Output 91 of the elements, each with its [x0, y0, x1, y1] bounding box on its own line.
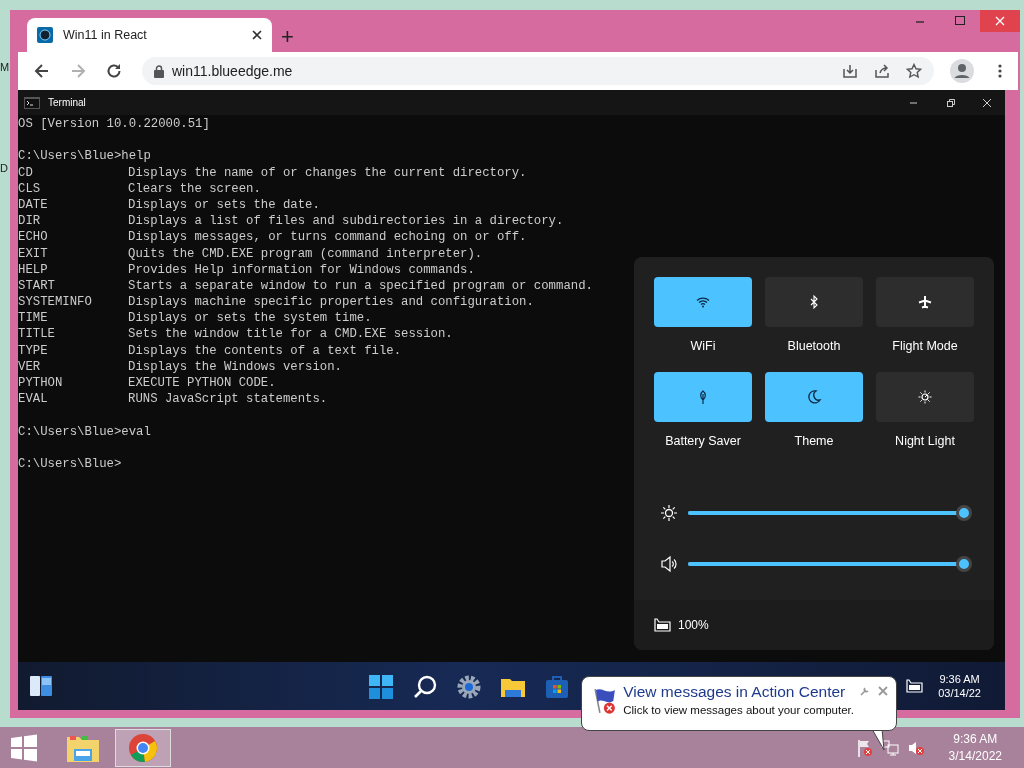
command-name: PYTHON [18, 375, 64, 392]
clock-date[interactable]: 03/14/22 [938, 686, 981, 701]
browser-tab[interactable]: Win11 in React [27, 18, 272, 52]
command-name: CLS [18, 180, 42, 197]
theme-toggle[interactable] [765, 371, 863, 422]
command-description: Displays the name of or changes the current directory. [128, 164, 527, 181]
command-description: Displays or sets the system time. [128, 310, 372, 327]
tab-title: Win11 in React [63, 26, 147, 44]
command-description: Displays or sets the date. [128, 196, 320, 214]
start-icon[interactable] [368, 674, 394, 700]
airplane-icon [917, 294, 933, 310]
moon-icon [806, 388, 822, 405]
command-description: EXECUTE PYTHON CODE. [128, 375, 276, 392]
battery-icon [654, 618, 672, 632]
night-toggle[interactable] [876, 371, 974, 422]
settings-icon[interactable] [456, 674, 482, 700]
flight-toggle[interactable] [876, 277, 974, 327]
battery-icon[interactable] [906, 679, 925, 693]
terminal-line: OS [Version 10.0.22000.51] [18, 116, 210, 133]
reload-icon[interactable] [105, 62, 123, 80]
speaker-icon [660, 554, 678, 573]
terminal-line: C:\Users\Blue> [18, 455, 122, 473]
toggle-label: Bluetooth [787, 338, 841, 355]
download-icon[interactable] [842, 63, 858, 79]
back-arrow-icon[interactable] [33, 62, 51, 80]
new-tab-button[interactable]: + [281, 26, 294, 48]
command-description: Displays the Windows version. [128, 358, 342, 375]
network-icon[interactable] [880, 739, 899, 756]
command-description: Quits the CMD.EXE program (command interpreter). [128, 245, 483, 262]
command-name: VER [18, 358, 42, 375]
desktop-icon-label: M [0, 62, 10, 73]
command-name: CD [18, 164, 34, 181]
command-description: Starts a separate window to run a specified program or command. [128, 277, 593, 295]
command-description: Sets the window title for a CMD.EXE session. [128, 326, 453, 343]
wifi-toggle[interactable] [654, 277, 752, 327]
site-icon [37, 27, 53, 43]
command-description: Clears the screen. [128, 180, 261, 197]
toggle-label: WiFi [690, 338, 716, 355]
toggle-label: Flight Mode [892, 338, 958, 355]
desktop-icon-label: D [0, 163, 8, 174]
command-description: Provides Help information for Windows commands. [128, 261, 475, 278]
command-name: DIR [18, 213, 42, 230]
close-icon[interactable] [252, 30, 262, 40]
command-name: TYPE [18, 342, 49, 359]
slider-thumb[interactable] [956, 555, 973, 572]
command-name: ECHO [18, 229, 49, 246]
wrench-icon[interactable] [860, 686, 870, 696]
flag-icon[interactable] [856, 738, 873, 757]
command-description: Displays a list of files and subdirectories in a directory. [128, 213, 564, 230]
star-icon[interactable] [906, 63, 922, 79]
toggle-label: Theme [794, 432, 834, 450]
battery-percentage: 100% [678, 617, 709, 634]
command-name: HELP [18, 261, 49, 278]
brightness-icon [660, 503, 678, 522]
notification-title: View messages in Action Center [623, 683, 847, 702]
window-title: Terminal [48, 96, 86, 110]
command-description: Displays the contents of a text file. [128, 342, 402, 359]
notification-balloon[interactable]: View messages in Action Center Click to view messages about your computer. [581, 676, 897, 731]
slider-thumb[interactable] [956, 504, 973, 521]
terminal-line: C:\Users\Blue>eval [18, 423, 151, 440]
speaker-icon[interactable] [906, 739, 925, 756]
share-icon[interactable] [874, 63, 890, 79]
command-description: Displays messages, or turns command echoing on or off. [128, 229, 527, 246]
command-description: Displays machine specific properties and configuration. [128, 294, 534, 311]
toggle-label: Battery Saver [665, 432, 741, 450]
command-name: TITLE [18, 326, 56, 343]
widgets-icon[interactable] [29, 675, 53, 697]
command-name: EXIT [18, 245, 49, 262]
bluetooth-toggle[interactable] [765, 277, 863, 327]
store-icon[interactable] [544, 674, 570, 700]
notification-message: Click to view messages about your computer. [623, 702, 854, 718]
restore-icon[interactable] [944, 97, 955, 108]
browser-icon [128, 732, 158, 763]
terminal-icon [24, 96, 40, 109]
battery-toggle[interactable] [654, 371, 752, 422]
profile-icon[interactable] [950, 59, 974, 83]
clock-time[interactable]: 9:36 AM [938, 671, 981, 686]
terminal-line: C:\Users\Blue>help [18, 148, 151, 165]
command-name: TIME [18, 310, 49, 327]
lock-icon [154, 64, 164, 78]
toggle-label: Night Light [895, 432, 955, 450]
start-button[interactable] [9, 732, 39, 763]
search-icon[interactable] [412, 674, 438, 700]
address-text[interactable]: win11.blueedge.me [172, 60, 293, 82]
command-name: START [18, 277, 56, 295]
command-name: DATE [18, 196, 49, 214]
command-name: SYSTEMINFO [18, 294, 93, 311]
sun-icon [917, 388, 933, 405]
command-description: RUNS JavaScript statements. [128, 391, 328, 408]
taskbar-app-button[interactable] [115, 728, 171, 767]
command-name: EVAL [18, 391, 49, 408]
